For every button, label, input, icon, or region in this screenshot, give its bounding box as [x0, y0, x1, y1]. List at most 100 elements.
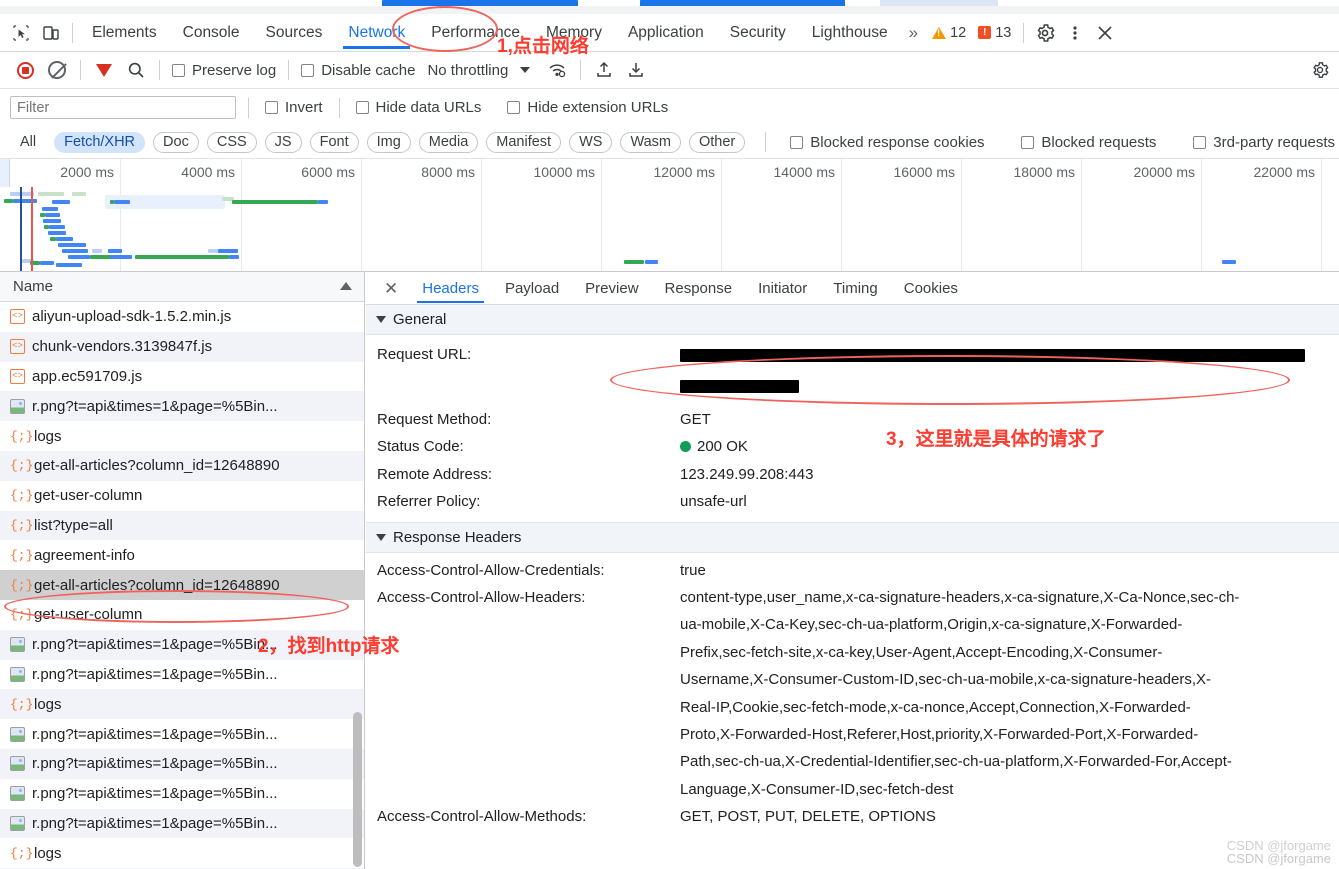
- details-tab-initiator[interactable]: Initiator: [746, 272, 819, 304]
- chip-css[interactable]: CSS: [206, 131, 257, 153]
- chip-fetch-xhr[interactable]: Fetch/XHR: [54, 131, 146, 153]
- request-list-pane[interactable]: Name <> aliyun-upload-sdk-1.5.2.min.js <…: [0, 272, 365, 869]
- close-icon[interactable]: [1090, 18, 1120, 48]
- details-tab-timing[interactable]: Timing: [821, 272, 889, 304]
- preserve-log-checkbox[interactable]: Preserve log: [168, 62, 280, 79]
- gear-icon[interactable]: [1030, 18, 1060, 48]
- chip-other[interactable]: Other: [689, 131, 746, 153]
- hide-data-urls-checkbox[interactable]: Hide data URLs: [352, 99, 486, 116]
- device-toolbar-icon[interactable]: [36, 18, 66, 48]
- clear-network-log-icon[interactable]: [42, 55, 72, 85]
- blocked-response-cookies-checkbox[interactable]: Blocked response cookies: [786, 134, 988, 151]
- table-row[interactable]: {;} logs: [0, 838, 364, 868]
- checkbox-box: [265, 101, 278, 114]
- field-value: true: [680, 561, 706, 579]
- field-label: Remote Address:: [377, 465, 493, 483]
- request-name: logs: [34, 427, 62, 445]
- field-value: GET, POST, PUT, DELETE, OPTIONS: [680, 808, 936, 826]
- chip-js[interactable]: JS: [264, 131, 302, 153]
- close-icon[interactable]: ✕: [374, 280, 408, 297]
- checkbox-box: [172, 63, 185, 77]
- field-value: 123.249.99.208:443: [680, 465, 814, 483]
- response-headers-section-header[interactable]: Response Headers: [366, 522, 1339, 553]
- table-row[interactable]: r.png?t=api&times=1&page=%5Bin...: [0, 660, 364, 690]
- details-tab-preview[interactable]: Preview: [573, 272, 650, 304]
- tab-lighthouse[interactable]: Lighthouse: [799, 15, 901, 51]
- chip-label: Other: [699, 134, 736, 150]
- chip-ws[interactable]: WS: [569, 131, 613, 153]
- export-har-icon[interactable]: [621, 55, 651, 85]
- sort-ascending-icon[interactable]: [340, 282, 352, 290]
- overview-left-handle[interactable]: [0, 159, 10, 187]
- table-row[interactable]: r.png?t=api&times=1&page=%5Bin...: [0, 748, 364, 779]
- tab-console[interactable]: Console: [170, 15, 253, 51]
- request-list-header[interactable]: Name: [0, 272, 364, 302]
- chip-font[interactable]: Font: [309, 131, 359, 153]
- table-row[interactable]: {;} logs: [0, 689, 364, 720]
- table-row[interactable]: <> aliyun-upload-sdk-1.5.2.min.js: [0, 302, 364, 332]
- general-row-remote-address: Remote Address: 123.249.99.208:443: [366, 461, 1339, 488]
- filter-row: Invert Hide data URLs Hide extension URL…: [0, 89, 1339, 126]
- blocked-response-cookies-label: Blocked response cookies: [810, 133, 985, 151]
- status-ok-dot-icon: [680, 441, 691, 453]
- table-row[interactable]: <> app.ec591709.js: [0, 362, 364, 392]
- chip-wasm[interactable]: Wasm: [620, 131, 681, 153]
- third-party-requests-checkbox[interactable]: 3rd-party requests: [1189, 134, 1339, 151]
- filter-funnel-icon[interactable]: [89, 55, 119, 85]
- image-file-icon: [10, 666, 25, 682]
- tab-sources[interactable]: Sources: [253, 15, 336, 51]
- chip-all[interactable]: All: [10, 131, 47, 153]
- error-count-badge[interactable]: ! 13: [972, 25, 1017, 41]
- network-conditions-icon[interactable]: [542, 55, 572, 85]
- table-row[interactable]: {;} agreement-info: [0, 540, 364, 570]
- chip-label: Media: [428, 134, 469, 150]
- details-tab-response[interactable]: Response: [653, 272, 745, 304]
- filter-input[interactable]: [10, 96, 236, 119]
- toolbar-divider: [72, 22, 73, 43]
- import-har-icon[interactable]: [589, 55, 619, 85]
- request-list-scrollbar[interactable]: [353, 712, 362, 867]
- blocked-requests-checkbox[interactable]: Blocked requests: [1017, 134, 1160, 151]
- response-headers-section-title: Response Headers: [393, 528, 522, 546]
- disable-cache-checkbox[interactable]: Disable cache: [297, 62, 419, 79]
- details-tab-cookies[interactable]: Cookies: [892, 272, 970, 304]
- chip-manifest[interactable]: Manifest: [486, 131, 562, 153]
- throttling-select[interactable]: No throttling: [421, 62, 531, 79]
- general-section-title: General: [393, 311, 447, 328]
- tab-security[interactable]: Security: [717, 15, 799, 51]
- table-row[interactable]: {;} get-user-column: [0, 481, 364, 511]
- details-tab-payload[interactable]: Payload: [493, 272, 571, 304]
- hide-extension-urls-checkbox[interactable]: Hide extension URLs: [503, 99, 672, 116]
- table-row[interactable]: {;} get-all-articles?column_id=12648890: [0, 450, 364, 481]
- table-row[interactable]: {;} logs: [0, 421, 364, 451]
- network-overview-timeline[interactable]: 2000 ms 4000 ms 6000 ms 8000 ms 10000 ms…: [0, 159, 1339, 272]
- browser-tab-fragment[interactable]: [382, 0, 578, 6]
- tab-label: Lighthouse: [811, 23, 888, 41]
- table-row[interactable]: {;} list?type=all: [0, 510, 364, 541]
- invert-checkbox[interactable]: Invert: [261, 99, 327, 116]
- overview-tick-label: 10000 ms: [533, 164, 595, 180]
- gear-icon[interactable]: [1305, 55, 1335, 85]
- browser-tab-fragment[interactable]: [640, 0, 845, 6]
- browser-tab-fragment-active[interactable]: [880, 0, 998, 6]
- kebab-menu-icon[interactable]: [1060, 18, 1090, 48]
- chip-img[interactable]: Img: [366, 131, 411, 153]
- table-row[interactable]: r.png?t=api&times=1&page=%5Bin...: [0, 779, 364, 809]
- record-stop-icon[interactable]: [10, 55, 40, 85]
- table-row[interactable]: r.png?t=api&times=1&page=%5Bin...: [0, 391, 364, 422]
- chip-media[interactable]: Media: [418, 131, 479, 153]
- annotation-step-2: 2，找到http请求: [258, 636, 400, 657]
- inspect-element-icon[interactable]: [6, 18, 36, 48]
- general-section-header[interactable]: General: [366, 305, 1339, 335]
- warning-count-badge[interactable]: 12: [926, 25, 972, 41]
- chevron-double-right-icon[interactable]: »: [901, 23, 926, 43]
- chip-doc[interactable]: Doc: [153, 131, 199, 153]
- tab-application[interactable]: Application: [615, 15, 717, 51]
- table-row[interactable]: r.png?t=api&times=1&page=%5Bin...: [0, 719, 364, 749]
- table-row[interactable]: r.png?t=api&times=1&page=%5Bin...: [0, 808, 364, 839]
- tab-elements[interactable]: Elements: [79, 15, 170, 51]
- search-icon[interactable]: [121, 55, 151, 85]
- details-tab-headers[interactable]: Headers: [410, 272, 491, 304]
- request-name: chunk-vendors.3139847f.js: [32, 338, 213, 356]
- table-row[interactable]: <> chunk-vendors.3139847f.js: [0, 331, 364, 362]
